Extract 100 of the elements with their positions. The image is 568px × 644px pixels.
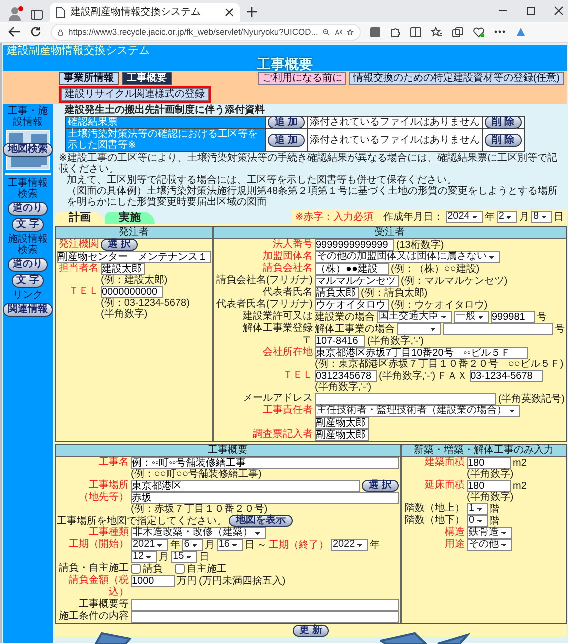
input-field[interactable]: 建設太郎: [101, 263, 145, 275]
sidebar-button[interactable]: 文 字: [12, 218, 44, 232]
dropdown[interactable]: 一般: [454, 311, 489, 323]
input-field[interactable]: （株）●●建設: [315, 263, 389, 275]
section-heading: 発注者: [56, 227, 212, 239]
input-field[interactable]: 例：◦◦町◦◦号舗装修繕工事: [131, 457, 399, 469]
field-hint: (半角数字): [467, 469, 515, 480]
sidebar-button[interactable]: 道のり: [8, 258, 48, 272]
sidebar-button[interactable]: 関連情報: [3, 303, 53, 317]
input-field[interactable]: 請負太郎: [315, 287, 359, 299]
input-field[interactable]: 9999999999999: [315, 239, 394, 251]
section-heading: 新築・増築・解体工事のみ入力: [402, 445, 566, 457]
star-icon[interactable]: [347, 26, 354, 38]
checkbox-label: 自主施工: [187, 564, 227, 574]
address-bar[interactable]: https://www3.recycle.jacic.or.jp/fk_web/servlet/Nyuryoku?UICOD...: [51, 24, 361, 40]
plan-tab[interactable]: 計画: [55, 212, 105, 224]
close-icon[interactable]: [554, 6, 564, 16]
nav-tab[interactable]: 事業所情報: [59, 72, 119, 85]
tab-actions-icon[interactable]: [30, 8, 44, 22]
checkbox[interactable]: [175, 564, 185, 574]
dropdown[interactable]: その他: [467, 539, 512, 551]
input-field[interactable]: [315, 393, 496, 405]
delete-button[interactable]: 削 除: [484, 134, 522, 146]
input-field[interactable]: 107-8416: [315, 335, 366, 347]
input-field[interactable]: [131, 611, 399, 623]
input-field[interactable]: 副産物太郎: [315, 417, 369, 429]
input-field[interactable]: 1000: [131, 575, 175, 587]
new-tab-icon[interactable]: [246, 6, 258, 18]
input-field[interactable]: [443, 323, 553, 335]
input-field[interactable]: 03-1234-5678: [470, 370, 544, 382]
dropdown[interactable]: その他の加盟団体又は団体に属さない: [315, 251, 500, 263]
nav-link[interactable]: 情報交換のための特定建設資材等の登録(任意): [349, 72, 564, 85]
form-button[interactable]: 選 択: [362, 480, 399, 492]
dropdown[interactable]: 非木造改築・改修（建築）: [131, 527, 266, 539]
read-aloud-icon[interactable]: [335, 26, 342, 38]
dropdown[interactable]: 1: [467, 503, 488, 515]
field-note: 万円: [177, 576, 197, 586]
add-button[interactable]: 追 加: [268, 134, 305, 146]
puzzle-icon[interactable]: [390, 26, 401, 38]
input-field[interactable]: 999981: [491, 311, 535, 323]
dropdown[interactable]: [397, 323, 441, 335]
heart-icon[interactable]: [473, 26, 485, 38]
dropdown[interactable]: 国土交通大臣: [377, 311, 452, 323]
input-field[interactable]: 0000000000: [101, 286, 163, 298]
collections-icon[interactable]: [452, 26, 464, 38]
plan-tab[interactable]: 実施: [105, 212, 155, 224]
page-title: 工事概要: [256, 57, 314, 71]
nav-link[interactable]: 建設リサイクル関連様式の登録: [61, 88, 209, 101]
update-button[interactable]: 更 新: [292, 625, 330, 637]
input-field[interactable]: 東京都港区赤坂7丁目10番20号 ◦◦ビル５Ｆ: [315, 347, 528, 359]
reload-icon[interactable]: [30, 26, 42, 38]
close-icon[interactable]: [225, 8, 234, 17]
zoom-out-icon[interactable]: [323, 26, 330, 38]
delete-button[interactable]: 削 除: [484, 116, 522, 129]
sidebar-button[interactable]: 道のり: [8, 202, 48, 216]
form-button[interactable]: 地図を表示: [229, 515, 293, 527]
split-screen-icon[interactable]: [410, 26, 422, 38]
input-field[interactable]: 赤坂: [131, 492, 399, 504]
nav-tab[interactable]: 工事概要: [122, 72, 172, 85]
dropdown[interactable]: 8: [531, 211, 552, 223]
nav-link[interactable]: ご利用になる前に: [258, 72, 346, 85]
back-icon[interactable]: [8, 26, 21, 38]
favorites-icon[interactable]: [431, 26, 443, 38]
input-field[interactable]: 副産物太郎: [315, 429, 369, 441]
map-thumbnail[interactable]: 地図検索: [6, 130, 50, 170]
dropdown[interactable]: 主任技術者・監理技術者（建設業の場合）: [315, 405, 520, 417]
dropdown[interactable]: 6: [182, 539, 203, 551]
field-note: 階: [490, 504, 500, 514]
input-field[interactable]: 東京都港区: [131, 480, 360, 492]
input-field[interactable]: 副産物センター メンテナンス１: [57, 251, 211, 263]
input-field[interactable]: 180: [467, 457, 511, 469]
dropdown[interactable]: 12: [131, 551, 158, 563]
field-label: 工事概要等: [78, 599, 129, 610]
add-button[interactable]: 追 加: [268, 116, 305, 129]
checkbox[interactable]: [131, 564, 141, 574]
form-button[interactable]: 選 択: [101, 239, 138, 251]
input-field[interactable]: マルマルケンセツ: [315, 275, 399, 287]
dropdown[interactable]: 鉄骨造: [467, 527, 512, 539]
dropdown[interactable]: 2024: [446, 211, 483, 223]
input-field[interactable]: ウケオイタロウ: [315, 299, 389, 311]
input-field[interactable]: 180: [467, 480, 511, 492]
maximize-icon[interactable]: [526, 6, 536, 16]
dropdown[interactable]: 0: [467, 515, 488, 527]
field-label: 〒: [302, 335, 313, 346]
sidebar-button[interactable]: 地図検索: [3, 143, 53, 157]
dropdown[interactable]: 2: [496, 211, 518, 223]
unit-text: 年: [484, 212, 495, 222]
input-field[interactable]: 0312345678: [315, 370, 377, 382]
sidebar-button[interactable]: 文 字: [12, 274, 44, 288]
dropdown[interactable]: 2022: [330, 539, 368, 551]
input-field[interactable]: [131, 599, 399, 611]
more-icon[interactable]: [494, 30, 506, 34]
dropdown[interactable]: 15: [171, 551, 198, 563]
dropdown[interactable]: 16: [216, 539, 243, 551]
dropdown[interactable]: 2021: [131, 539, 168, 551]
profile-icon[interactable]: [8, 6, 24, 22]
required-note: ※赤字：入力必須: [295, 212, 374, 222]
browser-tab[interactable]: 建設副産物情報交換システム: [50, 3, 240, 22]
field-label: ＴＥＬ: [282, 370, 313, 382]
field-label: ＴＥＬ: [68, 286, 99, 298]
